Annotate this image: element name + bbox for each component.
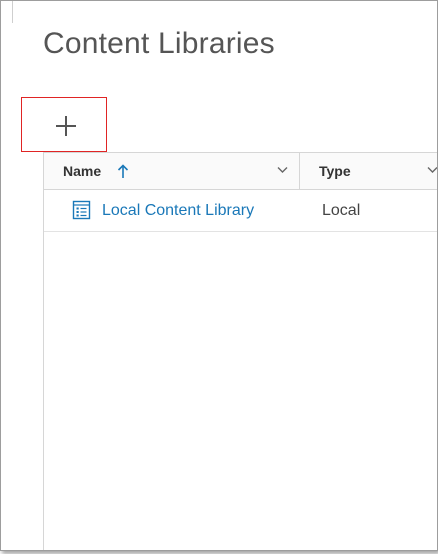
library-icon <box>72 200 91 220</box>
content-libraries-window: Content Libraries Name Type Local Conten… <box>0 0 438 551</box>
plus-icon <box>56 116 76 136</box>
column-label-name: Name <box>63 163 102 179</box>
column-header-name[interactable]: Name <box>44 153 300 189</box>
divider <box>12 1 13 23</box>
arrow-up-icon[interactable] <box>117 163 129 179</box>
column-label-type: Type <box>319 163 351 179</box>
page-title: Content Libraries <box>43 27 275 60</box>
library-name-link[interactable]: Local Content Library <box>102 202 254 220</box>
grid-header: Name Type <box>44 153 438 190</box>
add-library-button[interactable] <box>21 97 107 152</box>
chevron-down-icon[interactable] <box>427 166 438 174</box>
library-type: Local <box>322 202 361 219</box>
chevron-down-icon[interactable] <box>277 166 288 174</box>
content-libraries-grid: Name Type Local Content Library Local <box>43 152 438 550</box>
column-header-type[interactable]: Type <box>300 153 438 189</box>
table-row[interactable]: Local Content Library Local <box>44 190 437 232</box>
